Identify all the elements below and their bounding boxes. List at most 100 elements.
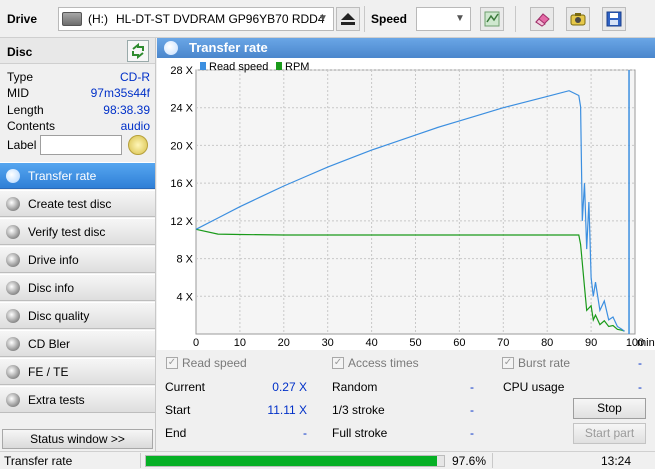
speed-label: Speed — [371, 12, 408, 26]
nav-item-label: CD Bler — [28, 336, 71, 351]
access-times-checkbox[interactable]: ✓ Access times — [332, 356, 419, 370]
progress-percent: 97.6% — [452, 454, 487, 468]
disc-label-apply-button[interactable] — [128, 135, 148, 155]
nav-disc-quality[interactable]: Disc quality — [0, 302, 155, 329]
transfer-rate-chart: 4 X 8 X 12 X 16 X 20 X 24 X 28 X 0 10 20 30 40 50 60 7… — [157, 58, 655, 350]
nav-drive-info[interactable]: Drive info — [0, 246, 155, 273]
y-tick-label: 8 X — [176, 254, 193, 266]
screenshot-button[interactable] — [566, 7, 590, 31]
eject-button[interactable] — [336, 7, 360, 31]
status-text: Transfer rate — [4, 454, 73, 468]
x-tick-label: 40 — [365, 337, 377, 349]
stop-button[interactable]: Stop — [573, 398, 646, 419]
nav-transfer-rate[interactable]: Transfer rate — [0, 162, 155, 189]
status-divider — [140, 453, 141, 468]
x-tick-label: 10 — [234, 337, 246, 349]
disc-length-value: 98:38.39 — [103, 103, 150, 117]
disc-label-label: Label — [7, 138, 37, 152]
eject-icon — [341, 13, 355, 25]
floppy-save-icon — [606, 11, 622, 27]
nav-item-label: Disc info — [28, 280, 75, 295]
drive-letter: (H:) — [88, 12, 108, 26]
y-tick-label: 12 X — [170, 216, 193, 228]
cpu-usage-label: CPU usage — [503, 380, 565, 394]
disc-title: Disc — [7, 45, 33, 59]
nav-item-label: Drive info — [28, 252, 79, 267]
disc-contents-value: audio — [120, 119, 150, 133]
x-tick-label: 90 — [585, 337, 597, 349]
y-tick-label: 4 X — [176, 291, 193, 303]
disc-contents-label: Contents — [7, 119, 56, 133]
one-third-stroke-value: - — [470, 403, 474, 417]
x-tick-label: 0 — [193, 337, 199, 349]
burst-rate-checkbox-label: Burst rate — [518, 356, 571, 370]
disc-mid-value: 97m35s44f — [90, 86, 150, 100]
disc-type-label: Type — [7, 70, 34, 84]
nav-cd-bler[interactable]: CD Bler — [0, 330, 155, 357]
camera-icon — [570, 13, 586, 26]
status-bar: Transfer rate 97.6% 13:24 — [0, 451, 655, 469]
disc-header: Disc — [0, 38, 155, 64]
disc-icon — [6, 252, 20, 267]
erase-button[interactable] — [530, 7, 554, 31]
disc-label-row: Label — [7, 138, 37, 154]
legend-label: RPM — [285, 61, 309, 73]
current-value: 0.27 X — [272, 380, 307, 394]
checkmark-icon: ✓ — [166, 357, 178, 369]
y-tick-label: 28 X — [170, 65, 193, 77]
nav-fe-te[interactable]: FE / TE — [0, 358, 155, 385]
drive-label: Drive — [7, 12, 38, 26]
x-tick-label: 30 — [322, 337, 334, 349]
nav-item-label: FE / TE — [28, 364, 69, 379]
nav-verify-test-disc[interactable]: Verify test disc — [0, 218, 155, 245]
status-window-button[interactable]: Status window >> — [2, 429, 153, 449]
start-value: 11.11 X — [267, 403, 307, 417]
disc-icon — [6, 336, 20, 351]
status-divider — [492, 453, 493, 468]
speed-select[interactable]: ▼ — [416, 7, 471, 31]
x-tick-label: 60 — [453, 337, 465, 349]
read-speed-checkbox[interactable]: ✓ Read speed — [166, 356, 247, 370]
full-stroke-label: Full stroke — [332, 426, 388, 440]
random-value: - — [470, 380, 474, 394]
disc-icon — [6, 280, 20, 295]
nav-create-test-disc[interactable]: Create test disc — [0, 190, 155, 217]
disc-icon — [6, 168, 20, 183]
disc-icon — [6, 364, 20, 379]
nav-item-label: Extra tests — [28, 392, 85, 407]
drive-name: HL-DT-ST DVDRAM GP96YB70 RDD4 — [116, 12, 325, 26]
x-tick-label: 80 — [541, 337, 553, 349]
disc-icon — [6, 392, 20, 407]
y-tick-label: 16 X — [170, 178, 193, 190]
disc-mid-row: MID 97m35s44f — [7, 86, 150, 102]
nav-disc-info[interactable]: Disc info — [0, 274, 155, 301]
checkmark-icon: ✓ — [502, 357, 514, 369]
x-tick-label: 70 — [497, 337, 509, 349]
disc-length-row: Length 98:38.39 — [7, 103, 150, 119]
progress-fill — [146, 456, 437, 466]
disc-label-input[interactable] — [40, 135, 122, 155]
burst-rate-value: - — [638, 356, 642, 370]
optical-drive-icon — [62, 12, 82, 26]
nav-extra-tests[interactable]: Extra tests — [0, 386, 155, 413]
stats-panel: ✓ Read speed ✓ Access times ✓ Burst rate… — [157, 350, 655, 451]
toolbar-divider — [515, 6, 516, 32]
refresh-arrows-icon — [132, 43, 144, 59]
drive-select[interactable]: (H:) HL-DT-ST DVDRAM GP96YB70 RDD4 ▼ — [58, 7, 334, 31]
set-speed-button[interactable] — [480, 7, 504, 31]
disc-length-label: Length — [7, 103, 44, 117]
speed-apply-icon — [484, 11, 500, 27]
progress-bar — [145, 455, 445, 467]
start-label: Start — [165, 403, 191, 417]
start-part-button[interactable]: Start part — [573, 423, 646, 444]
nav-item-label: Create test disc — [28, 196, 112, 211]
x-unit-label: min — [637, 337, 655, 349]
burst-rate-checkbox[interactable]: ✓ Burst rate — [502, 356, 570, 370]
full-stroke-value: - — [470, 426, 474, 440]
disc-icon — [6, 308, 20, 323]
toolbar-divider — [364, 6, 365, 32]
disc-refresh-button[interactable] — [127, 40, 149, 62]
eraser-icon — [535, 13, 550, 27]
y-tick-label: 24 X — [170, 103, 193, 115]
save-button[interactable] — [602, 7, 626, 31]
